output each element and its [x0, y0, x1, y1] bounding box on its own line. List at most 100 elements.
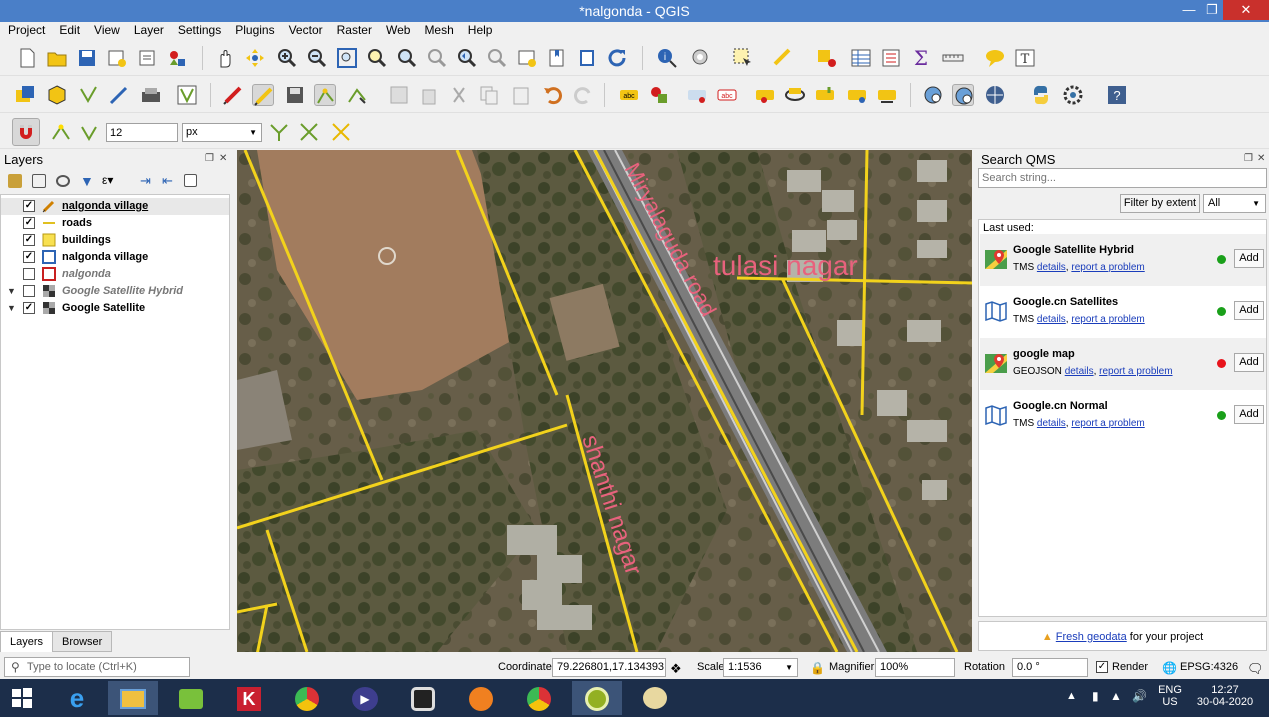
measure-icon[interactable] — [942, 47, 964, 69]
report-problem-link[interactable]: report a problem — [1099, 366, 1172, 377]
menu-layer[interactable]: Layer — [126, 22, 170, 37]
collapse-all-icon[interactable]: ⇤ — [162, 173, 173, 189]
zoom-layer-icon[interactable] — [396, 47, 418, 69]
edge-browser-icon[interactable] — [456, 681, 506, 715]
select-by-value-icon[interactable] — [772, 47, 794, 69]
tolerance-unit-select[interactable]: px ▼ — [182, 123, 262, 142]
float-panel-icon[interactable]: ❐ — [205, 153, 214, 164]
close-qms-icon[interactable]: ✕ — [1257, 153, 1265, 164]
menu-project[interactable]: Project — [0, 22, 51, 37]
zoom-native-icon[interactable] — [426, 47, 448, 69]
delete-selected-icon[interactable] — [418, 84, 440, 106]
processing-toolbox-icon[interactable] — [1062, 84, 1084, 106]
layer-visibility-checkbox[interactable]: ✓ — [23, 217, 35, 229]
snap-intersection-icon[interactable] — [330, 121, 352, 143]
menu-edit[interactable]: Edit — [51, 22, 86, 37]
layer-row[interactable]: ✓ roads — [1, 215, 229, 232]
paint-icon[interactable] — [630, 681, 680, 715]
virtual-layer-icon[interactable] — [140, 84, 162, 106]
layer-row[interactable]: nalgonda — [1, 266, 229, 283]
show-bookmarks-icon[interactable] — [576, 47, 598, 69]
report-problem-link[interactable]: report a problem — [1071, 262, 1144, 273]
layer-diagram-icon[interactable] — [648, 84, 670, 106]
show-hidden-icons[interactable]: ▲ — [1066, 690, 1077, 702]
locator-input[interactable]: ⚲ Type to locate (Ctrl+K) — [4, 657, 190, 677]
add-service-button[interactable]: Add — [1234, 249, 1264, 268]
close-panel-icon[interactable]: ✕ — [219, 153, 227, 164]
toggle-extents-icon[interactable]: ❖ — [670, 661, 682, 677]
attribute-table-icon[interactable] — [850, 47, 872, 69]
rotate-label-icon[interactable] — [784, 84, 806, 106]
intersection-icon[interactable] — [298, 121, 320, 143]
expand-arrow-icon[interactable]: ▼ — [7, 283, 16, 300]
scale-select[interactable]: 1:1536 ▼ — [723, 658, 798, 677]
visibility-icon[interactable] — [56, 175, 70, 187]
expand-arrow-icon[interactable]: ▼ — [7, 300, 16, 317]
details-link[interactable]: details — [1037, 418, 1066, 429]
menu-raster[interactable]: Raster — [329, 22, 378, 37]
menu-mesh[interactable]: Mesh — [416, 22, 459, 37]
toggle-editing-icon[interactable] — [252, 84, 274, 106]
layer-visibility-checkbox[interactable]: ✓ — [23, 200, 35, 212]
layer-visibility-checkbox[interactable]: ✓ — [23, 234, 35, 246]
spatial-bookmark-icon[interactable] — [546, 47, 568, 69]
remove-layer-icon[interactable] — [184, 174, 197, 187]
trace-icon[interactable] — [268, 121, 290, 143]
new-print-layout-icon[interactable] — [106, 47, 128, 69]
add-feature-icon[interactable] — [314, 84, 336, 106]
qms-main-icon[interactable] — [952, 84, 974, 106]
magnifier-input[interactable]: 100% — [875, 658, 955, 677]
layer-row[interactable]: ✓ nalgonda village — [1, 198, 229, 215]
digitize-line-icon[interactable] — [108, 84, 130, 106]
vertex-tool-icon[interactable] — [346, 84, 368, 106]
qms-search-input[interactable] — [978, 168, 1267, 188]
digitize-vector-icon[interactable] — [78, 84, 100, 106]
bluestacks-icon[interactable] — [166, 681, 216, 715]
add-service-button[interactable]: Add — [1234, 353, 1264, 372]
lock-icon[interactable]: 🔒 — [810, 661, 825, 675]
menu-view[interactable]: View — [86, 22, 126, 37]
style-manager-icon[interactable] — [166, 47, 188, 69]
qgis-task-icon[interactable] — [572, 681, 622, 715]
layer-visibility-checkbox[interactable]: ✓ — [23, 302, 35, 314]
crs-button[interactable]: EPSG:4326 — [1180, 661, 1238, 673]
identify-icon[interactable]: i — [656, 47, 678, 69]
redo-icon[interactable] — [572, 84, 594, 106]
layer-row[interactable]: ✓ nalgonda village — [1, 249, 229, 266]
undo-icon[interactable] — [542, 84, 564, 106]
fresh-geodata-link[interactable]: Fresh geodata — [1056, 631, 1127, 643]
network-icon[interactable]: ▲ — [1110, 689, 1122, 703]
snap-vertex-icon[interactable] — [50, 121, 72, 143]
label-toolbar-icon[interactable]: abc — [618, 84, 640, 106]
layer-visibility-checkbox[interactable]: ✓ — [23, 251, 35, 263]
save-edits-icon[interactable] — [284, 84, 306, 106]
text-annotation-icon[interactable]: T — [1014, 47, 1036, 69]
messages-icon[interactable]: 🗨 — [1247, 661, 1264, 677]
tab-browser[interactable]: Browser — [52, 631, 113, 652]
modify-attributes-icon[interactable] — [388, 84, 410, 106]
change-label-icon[interactable] — [814, 84, 836, 106]
qms-filter-select[interactable]: All ▼ — [1203, 194, 1266, 213]
add-service-button[interactable]: Add — [1234, 301, 1264, 320]
layer-row[interactable]: ▼ Google Satellite Hybrid — [1, 283, 229, 300]
deselect-icon[interactable] — [816, 47, 838, 69]
new-project-icon[interactable] — [16, 47, 38, 69]
magnet-icon[interactable] — [12, 118, 40, 146]
move-label-icon[interactable] — [754, 84, 776, 106]
menu-vector[interactable]: Vector — [281, 22, 329, 37]
media-player-icon[interactable]: ▶ — [340, 681, 390, 715]
style-panel-icon[interactable] — [8, 174, 22, 188]
camera-icon[interactable] — [398, 681, 448, 715]
map-canvas[interactable]: tulasi nagar shanthi nagar Miryalaguda r… — [237, 150, 972, 652]
menu-settings[interactable]: Settings — [170, 22, 227, 37]
float-qms-icon[interactable]: ❐ — [1244, 153, 1253, 164]
layer-visibility-checkbox[interactable] — [23, 285, 35, 297]
paste-features-icon[interactable] — [510, 84, 532, 106]
qms-search-icon[interactable] — [922, 84, 944, 106]
menu-web[interactable]: Web — [378, 22, 416, 37]
tab-layers[interactable]: Layers — [0, 631, 54, 652]
cut-features-icon[interactable] — [448, 84, 470, 106]
tolerance-input[interactable] — [106, 123, 178, 142]
add-service-button[interactable]: Add — [1234, 405, 1264, 424]
add-group-icon[interactable] — [32, 174, 46, 188]
